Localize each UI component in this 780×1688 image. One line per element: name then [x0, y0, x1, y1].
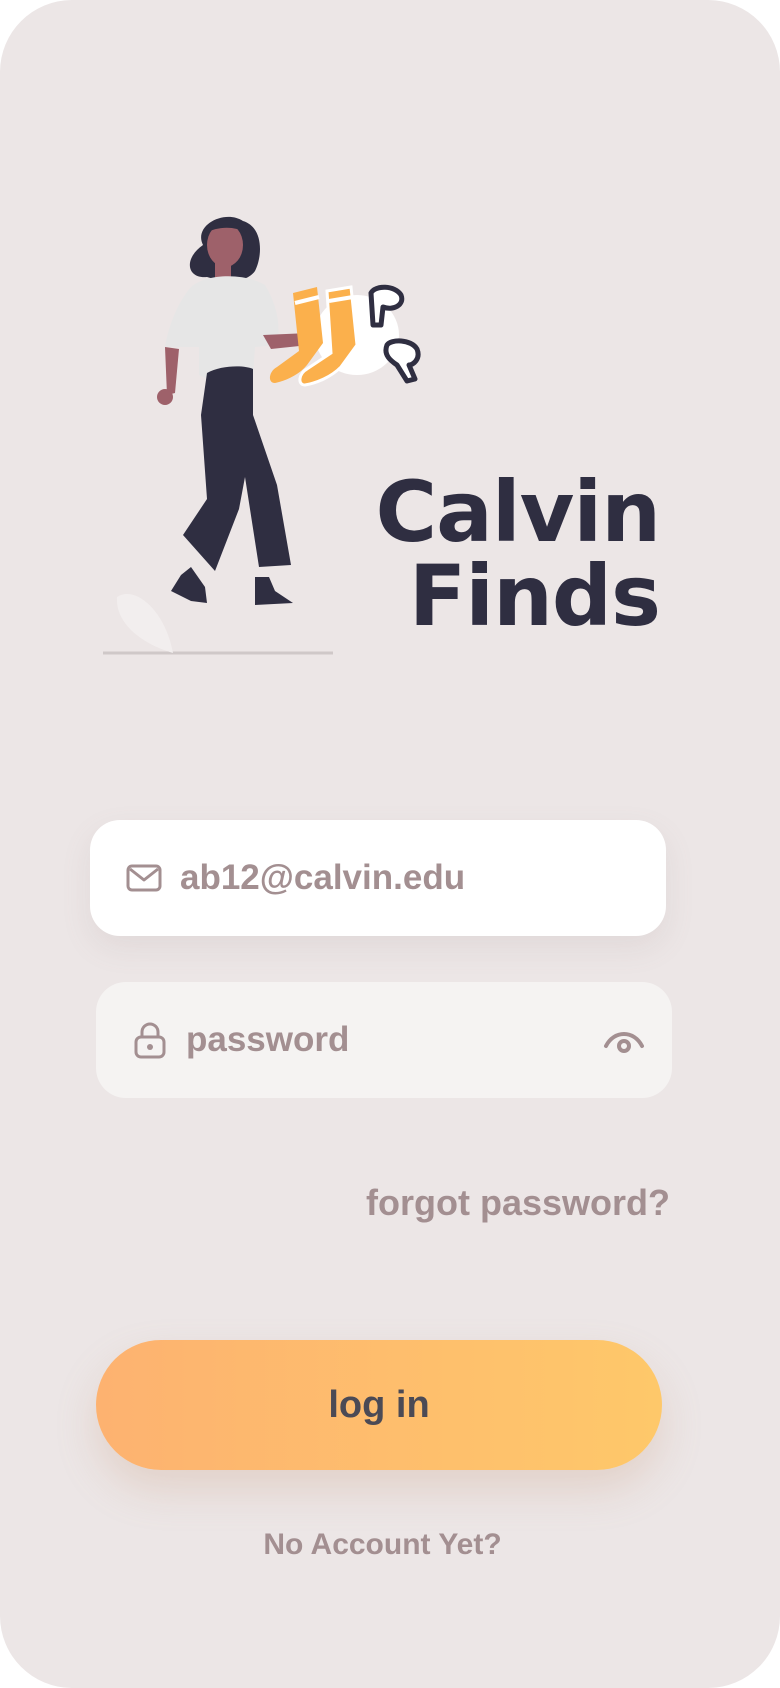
login-button[interactable]: log in: [96, 1340, 662, 1470]
mail-icon: [126, 864, 162, 892]
email-field[interactable]: [90, 820, 666, 936]
email-input[interactable]: [180, 858, 666, 898]
app-title-line-1: Calvin: [375, 463, 661, 561]
app-title: Calvin Finds: [375, 463, 661, 645]
password-field[interactable]: [96, 982, 672, 1098]
eye-icon[interactable]: [602, 1022, 646, 1058]
forgot-password-link[interactable]: forgot password?: [366, 1182, 670, 1224]
lock-icon: [134, 1022, 166, 1059]
password-input[interactable]: [186, 1020, 602, 1060]
no-account-link[interactable]: No Account Yet?: [0, 1528, 765, 1562]
app-title-line-2: Finds: [408, 547, 661, 645]
login-screen: Calvin Finds forgot password? log in No …: [0, 0, 780, 1688]
